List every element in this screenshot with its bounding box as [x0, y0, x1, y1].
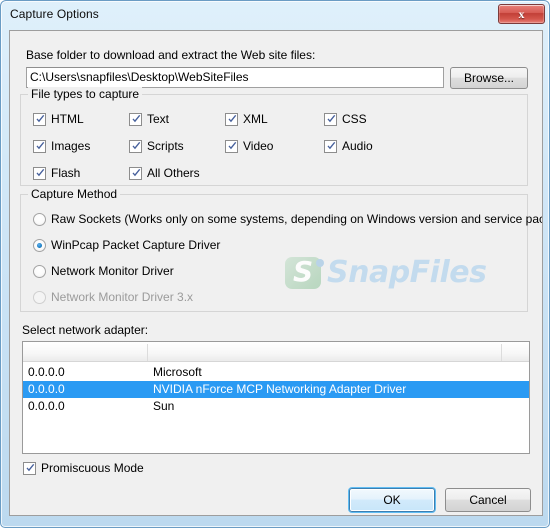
capture-method-radio-1[interactable]	[33, 239, 46, 252]
window-title: Capture Options	[10, 7, 99, 21]
file-type-label-text: Text	[147, 112, 170, 126]
adapter-name-cell: Sun	[153, 399, 175, 413]
column-separator[interactable]	[501, 344, 502, 361]
file-type-label-html: HTML	[51, 112, 84, 126]
file-type-checkbox-video[interactable]	[225, 140, 238, 153]
checkmark-icon	[327, 115, 336, 123]
cancel-button[interactable]: Cancel	[445, 488, 531, 512]
file-type-label-xml: XML	[243, 112, 268, 126]
dialog-client-area: SnapFiles Base folder to download and ex…	[9, 30, 543, 516]
capture-method-label-0: Raw Sockets (Works only on some systems,…	[51, 212, 543, 226]
base-folder-input[interactable]: C:\Users\snapfiles\Desktop\WebSiteFiles	[26, 67, 444, 88]
capture-method-label-1: WinPcap Packet Capture Driver	[51, 238, 221, 252]
browse-button[interactable]: Browse...	[450, 67, 528, 89]
file-type-checkbox-flash[interactable]	[33, 167, 46, 180]
close-button[interactable]: x	[498, 4, 545, 24]
file-type-checkbox-images[interactable]	[33, 140, 46, 153]
file-type-checkbox-html[interactable]	[33, 113, 46, 126]
file-type-checkbox-audio[interactable]	[324, 140, 337, 153]
file-type-checkbox-text[interactable]	[129, 113, 142, 126]
title-bar[interactable]: Capture Options x	[1, 1, 550, 30]
capture-method-group-title: Capture Method	[28, 187, 121, 201]
ok-button[interactable]: OK	[349, 488, 435, 512]
adapter-ip-cell: 0.0.0.0	[28, 399, 65, 413]
checkmark-icon	[132, 115, 141, 123]
checkmark-icon	[228, 115, 237, 123]
adapter-row[interactable]: 0.0.0.0 Sun	[23, 398, 529, 415]
file-type-label-video: Video	[243, 139, 274, 153]
adapter-list[interactable]: 0.0.0.0 Microsoft 0.0.0.0 NVIDIA nForce MCP…	[22, 341, 530, 454]
capture-method-label-2: Network Monitor Driver	[51, 264, 174, 278]
capture-method-label-3: Network Monitor Driver 3.x	[51, 290, 194, 304]
checkmark-icon	[36, 142, 45, 150]
file-type-label-flash: Flash	[51, 166, 81, 180]
adapter-row[interactable]: 0.0.0.0 Microsoft	[23, 364, 529, 381]
column-separator[interactable]	[147, 344, 148, 361]
checkmark-icon	[26, 464, 35, 472]
adapter-name-cell: NVIDIA nForce MCP Networking Adapter Dri…	[153, 382, 407, 396]
file-type-checkbox-scripts[interactable]	[129, 140, 142, 153]
file-type-label-all-others: All Others	[147, 166, 200, 180]
adapter-list-header	[23, 342, 529, 362]
checkmark-icon	[36, 115, 45, 123]
file-types-group-title: File types to capture	[28, 87, 143, 101]
capture-method-radio-2[interactable]	[33, 265, 46, 278]
file-type-checkbox-xml[interactable]	[225, 113, 238, 126]
file-type-label-css: CSS	[342, 112, 367, 126]
file-types-group	[20, 94, 528, 186]
file-type-checkbox-all-others[interactable]	[129, 167, 142, 180]
capture-method-radio-3	[33, 291, 46, 304]
adapter-ip-cell: 0.0.0.0	[28, 382, 65, 396]
checkmark-icon	[132, 169, 141, 177]
adapter-ip-cell: 0.0.0.0	[28, 365, 65, 379]
adapter-name-cell: Microsoft	[153, 365, 202, 379]
promiscuous-mode-label: Promiscuous Mode	[41, 461, 144, 475]
promiscuous-mode-checkbox[interactable]	[23, 462, 36, 475]
file-type-label-scripts: Scripts	[147, 139, 184, 153]
file-type-checkbox-css[interactable]	[324, 113, 337, 126]
adapter-row[interactable]: 0.0.0.0 NVIDIA nForce MCP Networking Adap…	[23, 381, 529, 398]
file-type-label-images: Images	[51, 139, 91, 153]
capture-options-dialog: Capture Options x SnapFiles Base folder …	[0, 0, 550, 528]
checkmark-icon	[36, 169, 45, 177]
checkmark-icon	[228, 142, 237, 150]
base-folder-label: Base folder to download and extract the …	[26, 48, 316, 62]
adapter-list-label: Select network adapter:	[22, 323, 149, 337]
close-icon: x	[518, 6, 525, 21]
capture-method-radio-0[interactable]	[33, 213, 46, 226]
checkmark-icon	[132, 142, 141, 150]
checkmark-icon	[327, 142, 336, 150]
file-type-label-audio: Audio	[342, 139, 373, 153]
